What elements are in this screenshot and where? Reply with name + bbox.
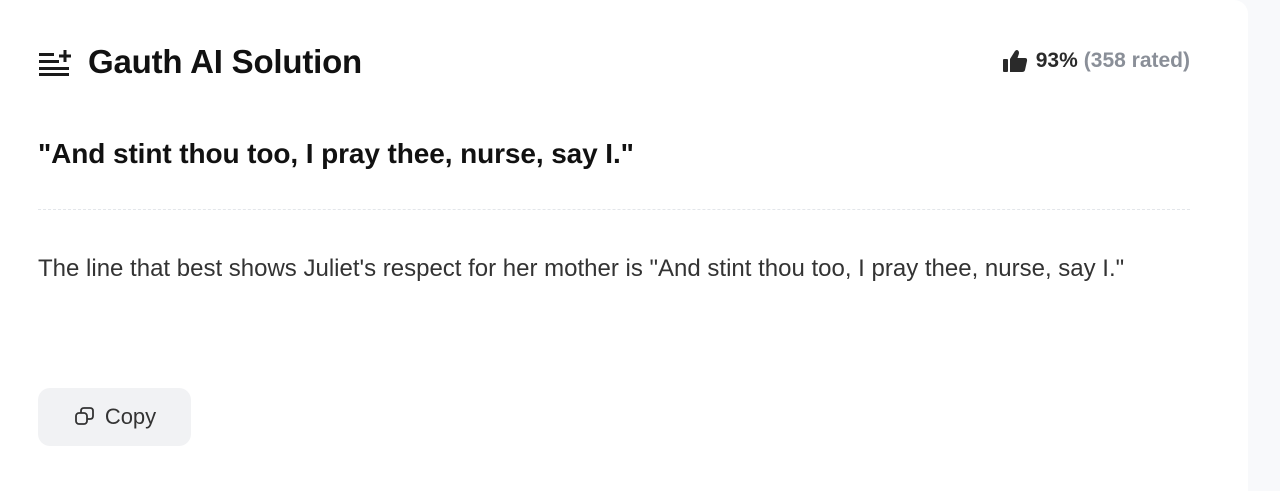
copy-icon [74, 407, 94, 425]
copy-button[interactable]: Copy [38, 388, 191, 446]
solution-card: Gauth AI Solution 93% (358 rated) "And s… [0, 0, 1248, 491]
answer-text: The line that best shows Juliet's respec… [38, 255, 1125, 282]
divider [38, 209, 1190, 210]
thumbs-up-icon [1002, 50, 1027, 72]
solution-title: Gauth AI Solution [88, 43, 363, 80]
rating-count: (358 rated) [1083, 49, 1190, 72]
rating: 93% (358 rated) [1002, 47, 1190, 75]
ai-list-icon [39, 50, 71, 76]
solution-header: Gauth AI Solution 93% (358 rated) [38, 42, 1190, 82]
rating-percent: 93% [1035, 49, 1078, 72]
copy-label: Copy [104, 404, 157, 429]
question-text: "And stint thou too, I pray thee, nurse,… [38, 138, 634, 169]
